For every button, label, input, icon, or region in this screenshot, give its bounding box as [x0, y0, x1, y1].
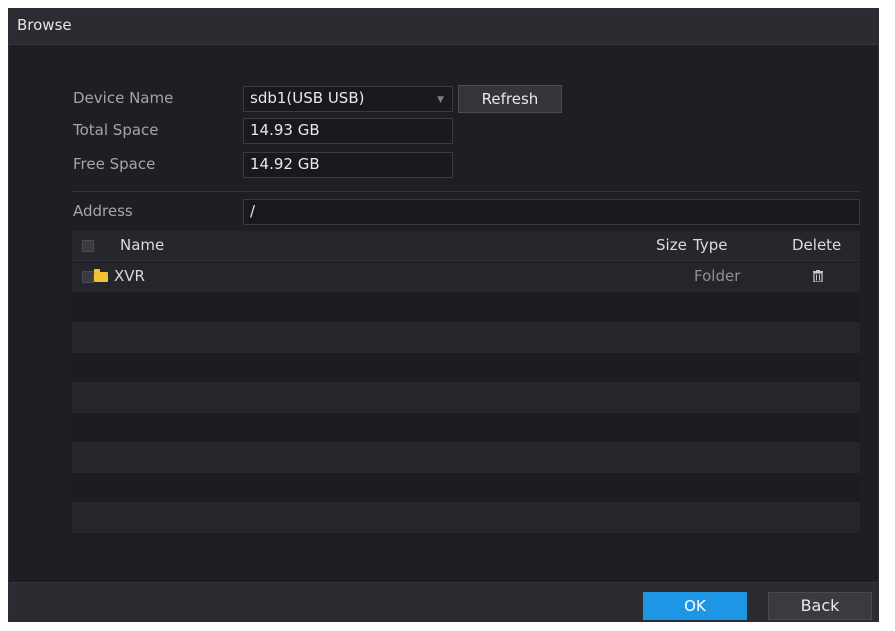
- address-label: Address: [73, 202, 133, 220]
- total-space-value: 14.93 GB: [250, 121, 320, 139]
- row-checkbox[interactable]: [82, 271, 94, 283]
- column-name-header: Name: [120, 236, 165, 254]
- free-space-label: Free Space: [73, 155, 156, 173]
- address-field[interactable]: /: [243, 199, 860, 225]
- table-row-empty: [72, 473, 860, 503]
- dialog-footer: OK Back: [9, 582, 878, 621]
- device-name-value: sdb1(USB USB): [250, 89, 365, 107]
- total-space-label: Total Space: [73, 121, 159, 139]
- refresh-button[interactable]: Refresh: [458, 85, 562, 113]
- table-header: Name Size Type Delete: [72, 231, 860, 261]
- free-space-value: 14.92 GB: [250, 155, 320, 173]
- dialog-titlebar: Browse: [9, 9, 878, 45]
- table-row[interactable]: XVR Folder: [72, 262, 860, 292]
- file-table: Name Size Type Delete XVR Folder: [72, 231, 860, 537]
- table-row-empty: [72, 293, 860, 323]
- file-name: XVR: [114, 267, 145, 285]
- chevron-down-icon: ▼: [437, 95, 444, 105]
- column-size-header: Size: [656, 236, 687, 254]
- select-all-checkbox[interactable]: [82, 240, 94, 252]
- trash-icon[interactable]: [813, 270, 823, 282]
- section-divider: [72, 191, 860, 192]
- file-type: Folder: [694, 267, 741, 285]
- table-row-empty: [72, 443, 860, 473]
- free-space-field: 14.92 GB: [243, 152, 453, 178]
- folder-icon: [94, 269, 108, 282]
- ok-button[interactable]: OK: [643, 592, 747, 620]
- device-name-select[interactable]: sdb1(USB USB) ▼: [243, 86, 453, 112]
- address-value: /: [250, 202, 256, 220]
- browse-dialog: Browse Device Name sdb1(USB USB) ▼ Refre…: [8, 8, 879, 622]
- column-delete-header: Delete: [792, 236, 842, 254]
- table-row-empty: [72, 503, 860, 533]
- total-space-field: 14.93 GB: [243, 118, 453, 144]
- table-row-empty: [72, 353, 860, 383]
- device-name-label: Device Name: [73, 89, 174, 107]
- dialog-title: Browse: [17, 16, 72, 34]
- table-row-empty: [72, 413, 860, 443]
- table-row-empty: [72, 383, 860, 413]
- column-type-header: Type: [693, 236, 728, 254]
- table-row-empty: [72, 323, 860, 353]
- back-button[interactable]: Back: [768, 592, 872, 620]
